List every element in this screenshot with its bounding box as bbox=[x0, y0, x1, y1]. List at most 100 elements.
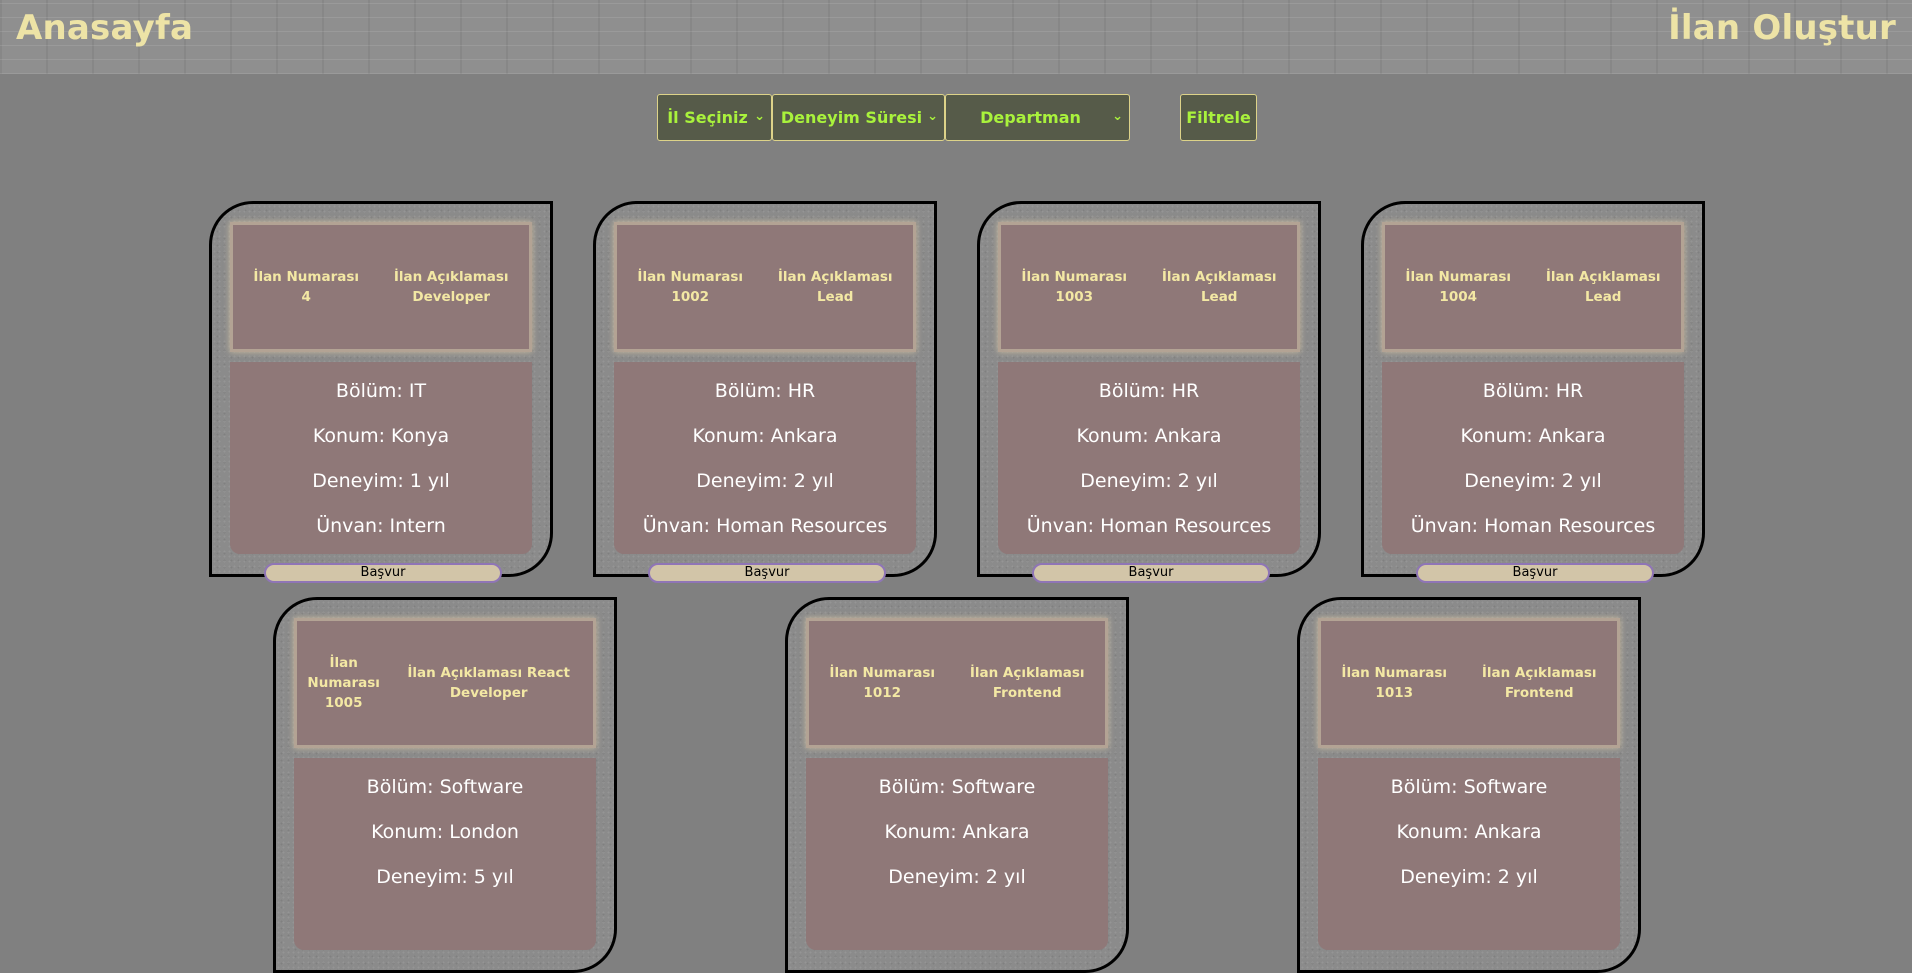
card-header: İlan Numarası 1002 İlan Açıklaması Lead bbox=[614, 222, 916, 352]
job-card: İlan Numarası 1002 İlan Açıklaması Lead … bbox=[593, 201, 937, 583]
department-text: Bölüm: Software bbox=[1390, 776, 1548, 798]
title-text: Ünvan: Homan Resources bbox=[642, 515, 888, 537]
ad-description-value: Lead bbox=[816, 289, 854, 305]
ad-description: İlan Açıklaması Lead bbox=[778, 267, 893, 307]
chevron-down-icon: ⌄ bbox=[1112, 109, 1123, 124]
ad-number-label: İlan Numarası bbox=[1021, 269, 1128, 285]
card-header: İlan Numarası 1005 İlan Açıklaması React… bbox=[294, 618, 596, 748]
ad-description: İlan Açıklaması Frontend bbox=[1482, 663, 1597, 703]
ad-number-value: 1005 bbox=[324, 695, 363, 711]
location-text: Konum: Konya bbox=[312, 425, 450, 447]
ad-description: İlan Açıklaması Developer bbox=[394, 267, 509, 307]
ad-number-value: 1004 bbox=[1439, 289, 1477, 305]
filter-button[interactable]: Filtrele bbox=[1180, 94, 1257, 141]
card-details: Bölüm: Software Konum: London Deneyim: 5… bbox=[294, 758, 596, 950]
ad-description-value: Lead bbox=[1584, 289, 1622, 305]
title-text: Ünvan: Homan Resources bbox=[1026, 515, 1272, 537]
card-header: İlan Numarası 1003 İlan Açıklaması Lead bbox=[998, 222, 1300, 352]
experience-text: Deneyim: 1 yıl bbox=[312, 470, 450, 492]
ad-number: İlan Numarası 4 bbox=[253, 267, 359, 307]
create-ad-link[interactable]: İlan Oluştur bbox=[1668, 8, 1896, 48]
experience-text: Deneyim: 5 yıl bbox=[376, 866, 514, 888]
department-select-label: Departman bbox=[980, 108, 1081, 127]
ad-description-label: İlan Açıklaması bbox=[393, 269, 509, 285]
ad-number-label: İlan Numarası bbox=[253, 269, 360, 285]
job-card: İlan Numarası 4 İlan Açıklaması Develope… bbox=[209, 201, 553, 583]
ad-description-value: Frontend bbox=[1504, 685, 1574, 701]
filter-button-label: Filtrele bbox=[1186, 108, 1251, 127]
ad-description-label: İlan Açıklaması bbox=[969, 665, 1085, 681]
experience-select-label: Deneyim Süresi bbox=[780, 108, 923, 127]
apply-button[interactable]: Başvur bbox=[1032, 563, 1270, 583]
apply-button[interactable]: Başvur bbox=[264, 563, 502, 583]
location-text: Konum: Ankara bbox=[1460, 425, 1606, 447]
card-details: Bölüm: HR Konum: Ankara Deneyim: 2 yıl Ü… bbox=[998, 362, 1300, 554]
city-select-label: İl Seçiniz bbox=[667, 108, 748, 127]
city-select[interactable]: İl Seçiniz ⌄ bbox=[657, 94, 772, 141]
ad-description-value: Frontend bbox=[992, 685, 1062, 701]
ad-number-value: 4 bbox=[301, 289, 311, 305]
ad-description-label: İlan Açıklaması bbox=[777, 269, 893, 285]
job-card: İlan Numarası 1012 İlan Açıklaması Front… bbox=[785, 597, 1129, 973]
ad-number: İlan Numarası 1013 bbox=[1341, 663, 1447, 703]
ad-number-label: İlan Numarası bbox=[1405, 269, 1512, 285]
card-header: İlan Numarası 1012 İlan Açıklaması Front… bbox=[806, 618, 1108, 748]
job-card: İlan Numarası 1005 İlan Açıklaması React… bbox=[273, 597, 617, 973]
ad-number: İlan Numarası 1003 bbox=[1021, 267, 1127, 307]
location-text: Konum: Ankara bbox=[692, 425, 838, 447]
card-details: Bölüm: HR Konum: Ankara Deneyim: 2 yıl Ü… bbox=[614, 362, 916, 554]
department-text: Bölüm: HR bbox=[714, 380, 816, 402]
ad-description-label: İlan Açıklaması bbox=[1545, 269, 1661, 285]
chevron-down-icon: ⌄ bbox=[754, 109, 765, 124]
department-text: Bölüm: HR bbox=[1482, 380, 1584, 402]
ad-number: İlan Numarası 1005 bbox=[300, 653, 387, 713]
ad-number: İlan Numarası 1004 bbox=[1405, 267, 1511, 307]
ad-description: İlan Açıklaması Lead bbox=[1546, 267, 1661, 307]
experience-text: Deneyim: 2 yıl bbox=[1080, 470, 1218, 492]
experience-text: Deneyim: 2 yıl bbox=[888, 866, 1026, 888]
location-text: Konum: London bbox=[371, 821, 519, 843]
card-header: İlan Numarası 1004 İlan Açıklaması Lead bbox=[1382, 222, 1684, 352]
ad-description-label: İlan Açıklaması bbox=[407, 665, 523, 681]
location-text: Konum: Ankara bbox=[1396, 821, 1542, 843]
ad-number-label: İlan Numarası bbox=[637, 269, 744, 285]
ad-description-label: İlan Açıklaması bbox=[1481, 665, 1597, 681]
home-link[interactable]: Anasayfa bbox=[16, 8, 193, 48]
location-text: Konum: Ankara bbox=[1076, 425, 1222, 447]
card-header: İlan Numarası 1013 İlan Açıklaması Front… bbox=[1318, 618, 1620, 748]
apply-button[interactable]: Başvur bbox=[648, 563, 886, 583]
ad-number-value: 1003 bbox=[1055, 289, 1093, 305]
ad-number-value: 1013 bbox=[1375, 685, 1413, 701]
department-text: Bölüm: Software bbox=[878, 776, 1036, 798]
department-select[interactable]: Departman ⌄ bbox=[945, 94, 1130, 141]
ad-description-value: Developer bbox=[412, 289, 491, 305]
apply-button[interactable]: Başvur bbox=[1416, 563, 1654, 583]
card-details: Bölüm: Software Konum: Ankara Deneyim: 2… bbox=[1318, 758, 1620, 950]
title-text: Ünvan: Intern bbox=[316, 515, 446, 537]
card-header: İlan Numarası 4 İlan Açıklaması Develope… bbox=[230, 222, 532, 352]
experience-text: Deneyim: 2 yıl bbox=[696, 470, 834, 492]
ad-number: İlan Numarası 1012 bbox=[829, 663, 935, 703]
card-details: Bölüm: IT Konum: Konya Deneyim: 1 yıl Ün… bbox=[230, 362, 532, 554]
chevron-down-icon: ⌄ bbox=[927, 109, 938, 124]
ad-number-value: 1002 bbox=[671, 289, 709, 305]
ad-number-label: İlan Numarası bbox=[829, 665, 936, 681]
department-text: Bölüm: HR bbox=[1098, 380, 1200, 402]
ad-description: İlan Açıklaması React Developer bbox=[387, 663, 590, 703]
top-navbar: Anasayfa İlan Oluştur bbox=[0, 0, 1912, 74]
title-text: Ünvan: Homan Resources bbox=[1410, 515, 1656, 537]
job-card: İlan Numarası 1013 İlan Açıklaması Front… bbox=[1297, 597, 1641, 973]
ad-description-value: Lead bbox=[1200, 289, 1238, 305]
ad-description: İlan Açıklaması Frontend bbox=[970, 663, 1085, 703]
experience-text: Deneyim: 2 yıl bbox=[1464, 470, 1602, 492]
experience-text: Deneyim: 2 yıl bbox=[1400, 866, 1538, 888]
card-details: Bölüm: Software Konum: Ankara Deneyim: 2… bbox=[806, 758, 1108, 950]
department-text: Bölüm: IT bbox=[335, 380, 427, 402]
card-details: Bölüm: HR Konum: Ankara Deneyim: 2 yıl Ü… bbox=[1382, 362, 1684, 554]
ad-description: İlan Açıklaması Lead bbox=[1162, 267, 1277, 307]
ad-description-label: İlan Açıklaması bbox=[1161, 269, 1277, 285]
ad-number-label: İlan Numarası bbox=[1341, 665, 1448, 681]
ad-number-label: İlan Numarası bbox=[307, 655, 380, 691]
experience-select[interactable]: Deneyim Süresi ⌄ bbox=[772, 94, 945, 141]
ad-number-value: 1012 bbox=[863, 685, 901, 701]
